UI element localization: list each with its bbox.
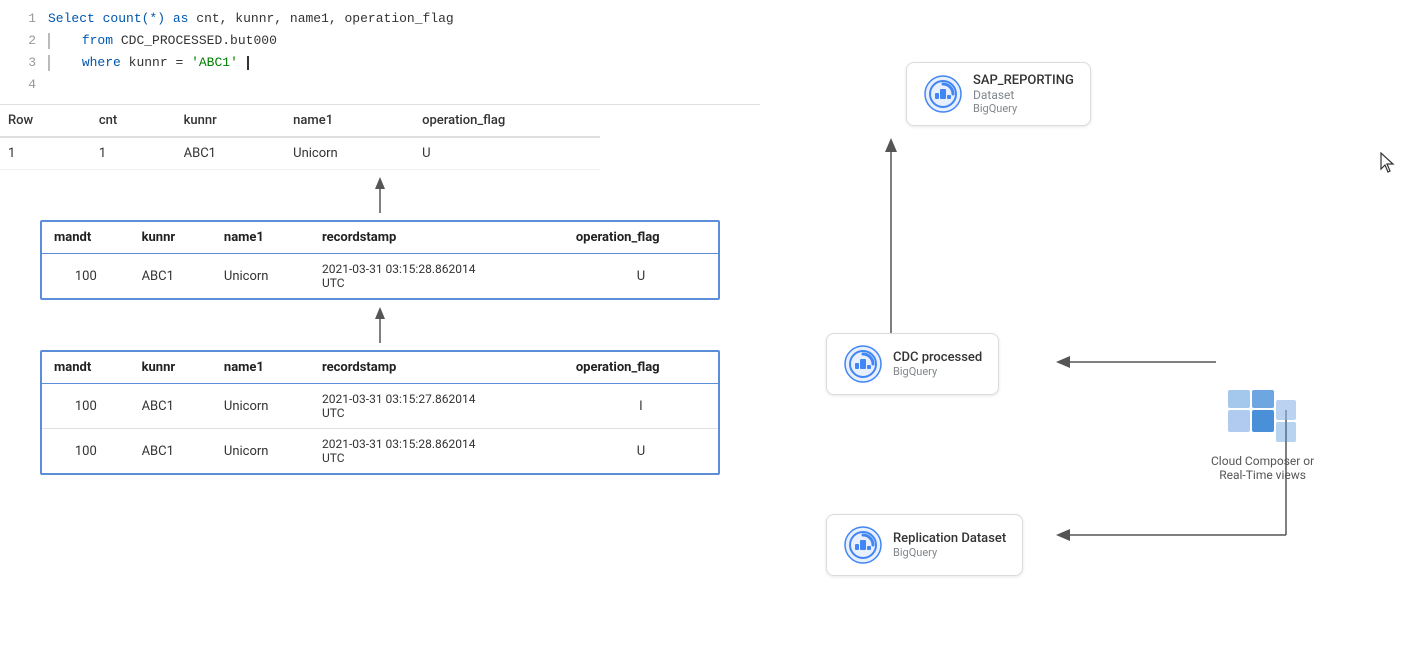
rep-col-name1: name1 — [212, 352, 310, 384]
sql-table: CDC_PROCESSED.but000 — [121, 33, 277, 48]
rep-cell-name1-2: Unicorn — [212, 429, 310, 474]
col-header-name1: name1 — [277, 105, 406, 137]
replication-type: BigQuery — [893, 546, 1006, 559]
sql-content-2: from CDC_PROCESSED.but000 — [48, 30, 277, 52]
indent-3 — [48, 55, 68, 71]
cdc-col-name1: name1 — [212, 222, 310, 254]
cell-kunnr: ABC1 — [168, 137, 278, 170]
kw-where: where — [82, 55, 121, 70]
rep-cell-mandt-2: 100 — [42, 429, 130, 474]
sap-reporting-label: SAP_REPORTING Dataset BigQuery — [973, 73, 1074, 115]
cdc-cell-mandt: 100 — [42, 254, 130, 299]
sql-line-2: 2 from CDC_PROCESSED.but000 — [0, 30, 760, 52]
cloud-composer-line1: Cloud Composer or — [1211, 454, 1314, 468]
line-number-4: 4 — [8, 74, 36, 96]
sap-reporting-node: SAP_REPORTING Dataset BigQuery — [906, 62, 1091, 126]
arrow-replication-to-cdc — [0, 300, 760, 350]
line-number-2: 2 — [8, 30, 36, 52]
bigquery-icon-sap — [923, 74, 963, 114]
cdc-processed-type: BigQuery — [893, 365, 982, 378]
rep-row-2: 100 ABC1 Unicorn 2021-03-31 03:15:28.862… — [42, 429, 718, 474]
right-panel: SAP_REPORTING Dataset BigQuery CDC proce… — [796, 0, 1416, 671]
cdc-processed-title: CDC processed — [893, 350, 982, 365]
left-panel: 1 Select count(*) as cnt, kunnr, name1, … — [0, 0, 760, 671]
col-header-cnt: cnt — [83, 105, 168, 137]
rep-cell-op-flag-1: I — [564, 384, 718, 429]
result-row-1: 1 1 ABC1 Unicorn U — [0, 137, 600, 170]
cell-cnt: 1 — [83, 137, 168, 170]
indent-2 — [48, 33, 68, 49]
col-header-op-flag: operation_flag — [406, 105, 600, 137]
rep-cell-recordstamp-2: 2021-03-31 03:15:28.862014UTC — [310, 429, 564, 474]
bigquery-icon-rep — [843, 525, 883, 565]
rep-row-1: 100 ABC1 Unicorn 2021-03-31 03:15:27.862… — [42, 384, 718, 429]
bigquery-icon-cdc — [843, 344, 883, 384]
sql-editor[interactable]: 1 Select count(*) as cnt, kunnr, name1, … — [0, 0, 760, 105]
rep-cell-recordstamp-1: 2021-03-31 03:15:27.862014UTC — [310, 384, 564, 429]
sap-reporting-subtitle: Dataset — [973, 88, 1074, 102]
cdc-cell-recordstamp: 2021-03-31 03:15:28.862014UTC — [310, 254, 564, 299]
replication-label: Replication Dataset BigQuery — [893, 531, 1006, 559]
kw-as: as — [173, 11, 189, 26]
sql-count: count(*) — [103, 11, 165, 26]
cloud-composer-label: Cloud Composer or Real-Time views — [1211, 454, 1314, 482]
cell-name1: Unicorn — [277, 137, 406, 170]
cdc-cell-op-flag: U — [564, 254, 718, 299]
cdc-processed-table: mandt kunnr name1 recordstamp operation_… — [40, 220, 720, 300]
sql-where-cond: kunnr = — [129, 55, 191, 70]
cdc-col-mandt: mandt — [42, 222, 130, 254]
rep-col-kunnr: kunnr — [130, 352, 212, 384]
cell-row-num: 1 — [0, 137, 83, 170]
replication-title: Replication Dataset — [893, 531, 1006, 546]
col-header-row: Row — [0, 105, 83, 137]
cdc-col-kunnr: kunnr — [130, 222, 212, 254]
mouse-cursor — [1380, 152, 1396, 179]
cloud-composer-icon — [1228, 390, 1298, 450]
cdc-row-1: 100 ABC1 Unicorn 2021-03-31 03:15:28.862… — [42, 254, 718, 299]
sql-content-1: Select count(*) as cnt, kunnr, name1, op… — [48, 8, 454, 30]
col-header-kunnr: kunnr — [168, 105, 278, 137]
kw-select: Select — [48, 11, 95, 26]
rep-cell-name1-1: Unicorn — [212, 384, 310, 429]
line-number-3: 3 — [8, 52, 36, 74]
rep-col-recordstamp: recordstamp — [310, 352, 564, 384]
sql-string-val: 'ABC1' — [191, 55, 238, 70]
cdc-processed-node: CDC processed BigQuery — [826, 333, 999, 395]
rep-cell-kunnr-2: ABC1 — [130, 429, 212, 474]
cdc-col-recordstamp: recordstamp — [310, 222, 564, 254]
rep-col-op-flag: operation_flag — [564, 352, 718, 384]
sql-line-3: 3 where kunnr = 'ABC1' — [0, 52, 760, 74]
rep-col-mandt: mandt — [42, 352, 130, 384]
sql-line-4: 4 — [0, 74, 760, 96]
sql-line-1: 1 Select count(*) as cnt, kunnr, name1, … — [0, 8, 760, 30]
rep-cell-op-flag-2: U — [564, 429, 718, 474]
kw-from: from — [82, 33, 113, 48]
cell-op-flag: U — [406, 137, 600, 170]
rep-cell-mandt-1: 100 — [42, 384, 130, 429]
sap-reporting-title: SAP_REPORTING — [973, 73, 1074, 88]
cdc-cell-kunnr: ABC1 — [130, 254, 212, 299]
sql-rest-1: cnt, kunnr, name1, operation_flag — [196, 11, 453, 26]
sql-content-3: where kunnr = 'ABC1' — [48, 52, 249, 74]
replication-table: mandt kunnr name1 recordstamp operation_… — [40, 350, 720, 475]
sap-reporting-type: BigQuery — [973, 102, 1074, 115]
cdc-col-op-flag: operation_flag — [564, 222, 718, 254]
query-results-table: Row cnt kunnr name1 operation_flag 1 1 A… — [0, 105, 760, 170]
replication-node: Replication Dataset BigQuery — [826, 514, 1023, 576]
cloud-composer-node: Cloud Composer or Real-Time views — [1211, 390, 1314, 482]
rep-cell-kunnr-1: ABC1 — [130, 384, 212, 429]
arrow-results-to-cdc — [0, 170, 760, 220]
cloud-composer-line2: Real-Time views — [1211, 468, 1314, 482]
cdc-processed-label: CDC processed BigQuery — [893, 350, 982, 378]
cdc-cell-name1: Unicorn — [212, 254, 310, 299]
text-cursor — [247, 56, 249, 70]
line-number-1: 1 — [8, 8, 36, 30]
